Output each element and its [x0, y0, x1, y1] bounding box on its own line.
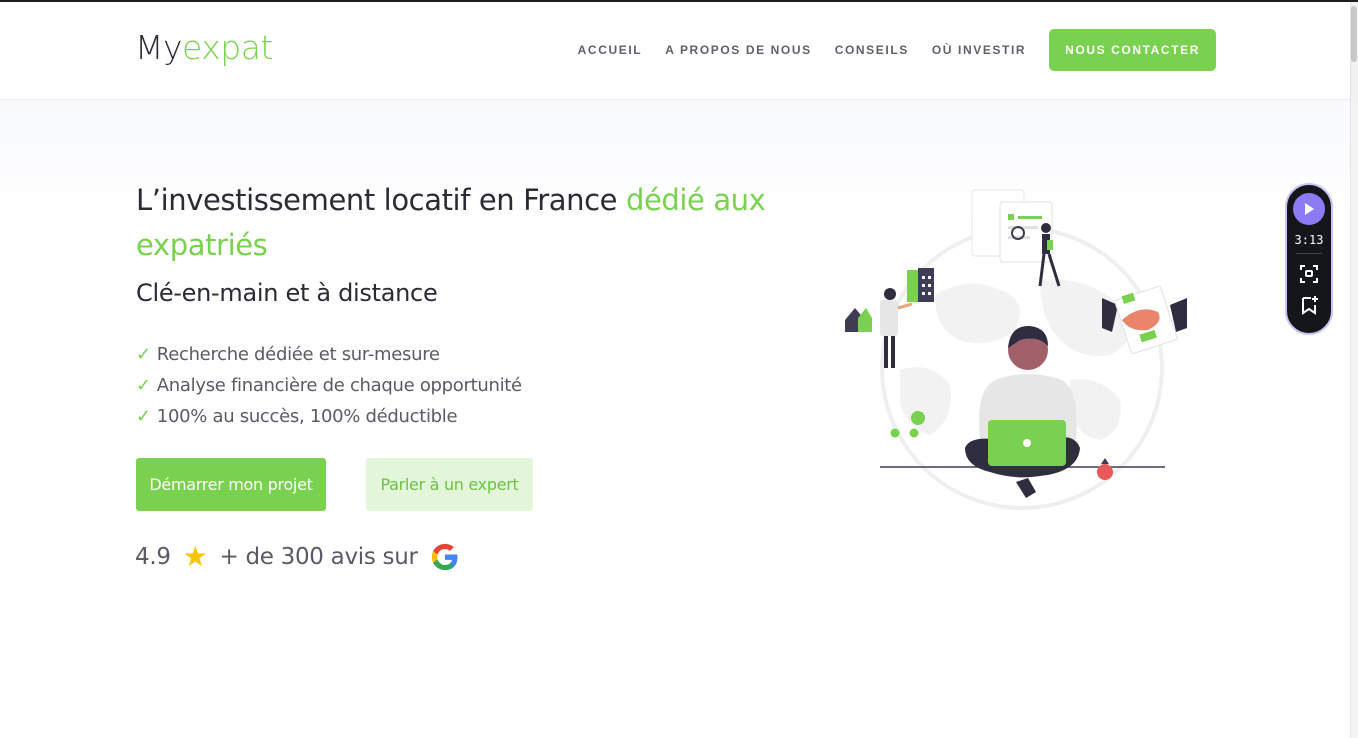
hero-illustration [845, 189, 1187, 510]
logo-expat: expat [182, 28, 273, 67]
rating-summary: 4.9 ★ + de 300 avis sur [135, 540, 460, 573]
scrollbar[interactable] [1350, 2, 1358, 738]
feature-item: ✓ Recherche dédiée et sur-mesure [136, 339, 522, 370]
feature-text: 100% au succès, 100% déductible [156, 406, 458, 427]
hero-title-main: L’investissement locatif en France [136, 183, 626, 217]
feature-list: ✓ Recherche dédiée et sur-mesure ✓ Analyse… [136, 339, 522, 432]
main-nav: ACCUEIL A PROPOS DE NOUS CONSEILS OÙ INV… [578, 29, 1216, 71]
logo-my: My [135, 28, 183, 67]
feature-text: Recherche dédiée et sur-mesure [156, 344, 440, 365]
check-icon: ✓ [136, 344, 151, 365]
hero-subtitle: Clé-en-main et à distance [136, 279, 438, 307]
check-icon: ✓ [136, 375, 151, 396]
logo[interactable]: Myexpat [135, 28, 273, 67]
contact-button[interactable]: NOUS CONTACTER [1049, 29, 1216, 71]
feature-text: Analyse financière de chaque opportunité [156, 375, 522, 396]
play-icon[interactable] [1293, 193, 1325, 225]
hero-title: L’investissement locatif en France dédié… [136, 178, 776, 268]
feature-item: ✓ 100% au succès, 100% déductible [136, 401, 522, 432]
nav-conseils[interactable]: CONSEILS [835, 43, 909, 57]
feature-item: ✓ Analyse financière de chaque opportunit… [136, 370, 522, 401]
bookmark-add-icon[interactable] [1298, 294, 1320, 316]
rating-score: 4.9 [135, 543, 171, 570]
widget-divider [1296, 253, 1322, 254]
nav-ou-investir[interactable]: OÙ INVESTIR [932, 43, 1026, 57]
nav-accueil[interactable]: ACCUEIL [578, 43, 643, 57]
scrollbar-thumb[interactable] [1351, 6, 1357, 62]
video-widget: 3:13 [1285, 183, 1333, 335]
star-icon: ★ [182, 540, 208, 573]
start-project-button[interactable]: Démarrer mon projet [136, 458, 326, 511]
site-header: Myexpat ACCUEIL A PROPOS DE NOUS CONSEIL… [0, 2, 1350, 100]
nav-a-propos[interactable]: A PROPOS DE NOUS [665, 43, 812, 57]
video-time: 3:13 [1294, 233, 1324, 247]
google-icon [431, 543, 458, 570]
check-icon: ✓ [136, 406, 151, 427]
rating-text: + de 300 avis sur [219, 543, 418, 570]
screenshot-icon[interactable] [1298, 263, 1320, 285]
talk-expert-button[interactable]: Parler à un expert [366, 458, 533, 511]
